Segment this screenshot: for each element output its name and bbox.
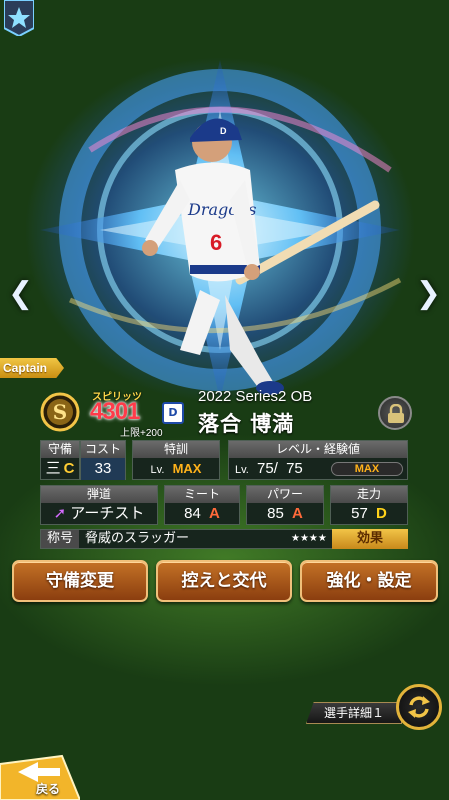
captain-tag: Captain [0, 358, 64, 378]
speed-value: 57 [351, 505, 368, 522]
enhance-settings-button[interactable]: 強化・設定 [300, 560, 438, 602]
trajectory-stat: 弾道 ➚ アーチスト [40, 485, 158, 525]
position-label: 守備 [41, 441, 79, 458]
cycle-view-button[interactable] [396, 684, 442, 730]
power-stat: パワー 85 A [246, 485, 324, 525]
power-grade: A [292, 505, 303, 522]
meet-label: ミート [165, 486, 239, 503]
player-title-row: 称号 脅威のスラッガー ★★★★ 効果 [40, 529, 408, 549]
lock-button[interactable] [378, 396, 412, 430]
svg-text:D: D [220, 126, 227, 136]
chevron-left-icon: ❮ [8, 276, 34, 311]
chevron-right-icon: ❯ [415, 276, 441, 311]
player-figure-image: Dragons 6 D [142, 118, 380, 395]
back-label: 戻る [36, 782, 61, 796]
refresh-arrows-icon [408, 696, 430, 718]
card-detail-screen: Dragons 6 D ❮ ❯ Captain S スピリッツ 4301 上限+… [0, 0, 449, 800]
meet-value: 84 [184, 505, 201, 522]
training-value: MAX [172, 461, 202, 476]
training-label: 特訓 [133, 441, 219, 458]
level-current: 75 [257, 460, 274, 477]
level-exp-label: レベル・経験値 [229, 441, 407, 458]
player-name: 落合 博満 [198, 412, 295, 436]
power-label: パワー [247, 486, 323, 503]
level-separator: / [273, 460, 278, 477]
spirits-value: 4301 [90, 398, 140, 425]
change-position-button[interactable]: 守備変更 [12, 560, 148, 602]
position-grade: C [63, 460, 75, 477]
team-logo-icon: D [162, 402, 184, 424]
level-max: 75 [286, 460, 303, 477]
position-stat: 守備 三C [40, 440, 80, 480]
next-card-button[interactable]: ❯ [416, 276, 441, 311]
exp-bar: MAX [331, 462, 403, 476]
speed-grade: D [376, 505, 387, 522]
title-label: 称号 [41, 530, 79, 548]
card-series: 2022 Series2 OB [198, 388, 313, 405]
cost-stat: コスト 33 [80, 440, 126, 480]
player-detail-button[interactable]: 選手詳細１ [306, 702, 402, 724]
training-lv-prefix: Lv. [150, 464, 165, 476]
bench-swap-button[interactable]: 控えと交代 [156, 560, 292, 602]
speed-label: 走力 [331, 486, 407, 503]
arrow-up-right-icon: ➚ [53, 505, 67, 522]
level-exp-stat: レベル・経験値 Lv. 75/ 75 MAX [228, 440, 408, 480]
meet-grade: A [209, 505, 220, 522]
meet-stat: ミート 84 A [164, 485, 240, 525]
title-value: 脅威のスラッガー [85, 531, 190, 546]
previous-card-button[interactable]: ❮ [8, 276, 33, 311]
cost-label: コスト [81, 441, 125, 458]
trajectory-label: 弾道 [41, 486, 157, 503]
spirits-bonus: 上限+200 [120, 428, 163, 439]
level-lv-prefix: Lv. [235, 464, 249, 476]
training-stat: 特訓 Lv. MAX [132, 440, 220, 480]
effect-button[interactable]: 効果 [332, 529, 408, 549]
cost-value: 33 [81, 458, 125, 480]
position-value: 三 [45, 460, 61, 477]
speed-stat: 走力 57 D [330, 485, 408, 525]
title-stars: ★★★★ [291, 533, 327, 544]
power-value: 85 [267, 505, 284, 522]
rank-s-medal-icon: S [40, 392, 80, 432]
trajectory-value: アーチスト [70, 505, 145, 522]
lock-icon [388, 404, 404, 423]
svg-text:6: 6 [210, 230, 222, 255]
star-rank-badge-icon [4, 0, 34, 36]
svg-text:S: S [53, 400, 67, 424]
